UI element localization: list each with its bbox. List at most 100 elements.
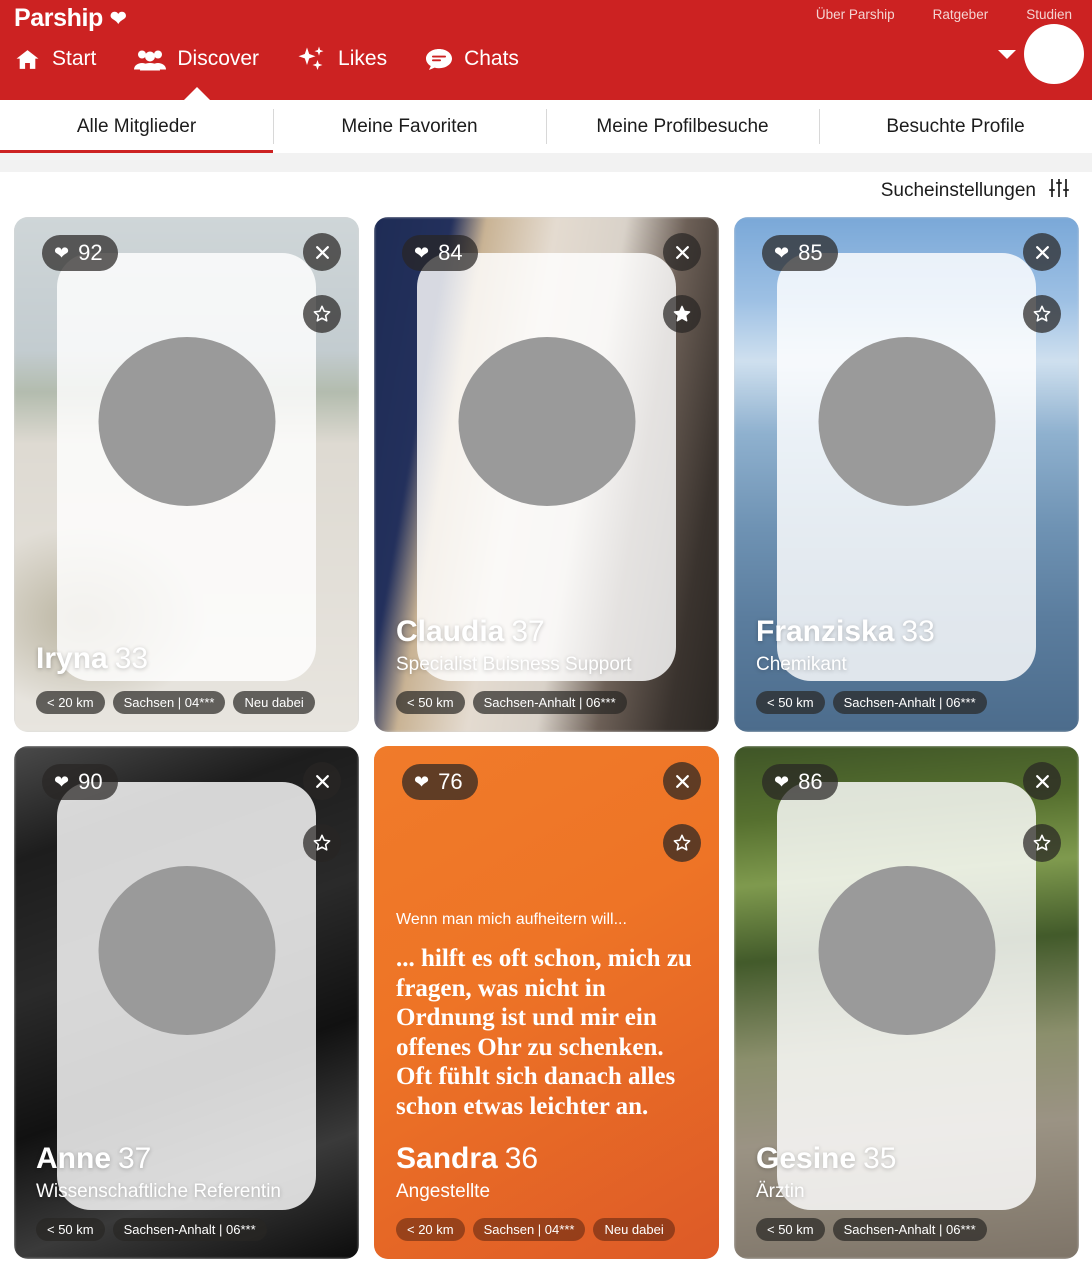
member-age: 33: [901, 615, 935, 648]
search-settings-row: Sucheinstellungen: [0, 172, 1092, 217]
dismiss-button[interactable]: [1023, 762, 1061, 800]
member-info: Gesine 35 Ärztin < 50 km Sachsen-Anhalt |…: [756, 1142, 1063, 1241]
dismiss-button[interactable]: [303, 233, 341, 271]
member-name-line: Claudia 37: [396, 615, 703, 649]
people-icon: [134, 47, 167, 72]
member-card[interactable]: ❤ 90 Anne 37 Wissenschaftliche Referentin…: [14, 746, 359, 1259]
nav-item-likes[interactable]: Likes: [297, 46, 387, 76]
avatar[interactable]: [1024, 24, 1084, 84]
member-name: Anne: [36, 1142, 111, 1175]
heart-icon: ❤: [54, 242, 70, 263]
member-job: Ärztin: [756, 1181, 805, 1202]
member-name: Sandra: [396, 1142, 498, 1175]
dismiss-button[interactable]: [663, 762, 701, 800]
quote-answer: ... hilft es oft schon, mich zu fragen, …: [396, 945, 692, 1120]
tag-region: Sachsen-Anhalt | 06***: [112, 1218, 267, 1241]
tag-distance: < 50 km: [36, 1218, 105, 1241]
favorite-button[interactable]: [663, 295, 701, 333]
heart-icon: ❤: [109, 7, 127, 30]
member-card[interactable]: ❤ 84 Claudia 37 Specialist Buisness Suppo…: [374, 217, 719, 732]
tab-besuchte-profile[interactable]: Besuchte Profile: [819, 100, 1092, 153]
top-link-ratgeber[interactable]: Ratgeber: [933, 7, 989, 22]
search-settings-label: Sucheinstellungen: [880, 180, 1036, 201]
star-filled-icon: [673, 305, 691, 322]
brand-logo[interactable]: Parship ❤: [14, 4, 127, 33]
close-icon: [1035, 774, 1049, 788]
tag-region: Sachsen | 04***: [112, 691, 226, 714]
tab-label: Alle Mitglieder: [76, 115, 197, 137]
member-card-grid: ❤ 92 Iryna 33 < 20 km Sachsen | 04*** Neu…: [0, 217, 1092, 1259]
heart-icon: ❤: [414, 242, 430, 263]
nav-label-discover: Discover: [177, 47, 260, 70]
face-mask: [98, 866, 275, 1035]
star-icon: [313, 305, 331, 322]
quote-question: Wenn man mich aufheitern will...: [396, 911, 627, 928]
top-link-uber-parship[interactable]: Über Parship: [816, 7, 895, 22]
top-link-studien[interactable]: Studien: [1026, 7, 1072, 22]
heart-icon: ❤: [774, 771, 790, 792]
face-mask: [458, 337, 635, 506]
face-mask: [818, 337, 995, 506]
account-menu[interactable]: [998, 24, 1084, 84]
match-score-badge: ❤ 86: [762, 764, 838, 800]
tab-meine-profilbesuche[interactable]: Meine Profilbesuche: [546, 100, 819, 153]
search-settings-button[interactable]: Sucheinstellungen: [881, 177, 1070, 205]
member-tags: < 50 km Sachsen-Anhalt | 06***: [756, 691, 1063, 714]
match-score-badge: ❤ 92: [42, 235, 118, 271]
anonymization-overlay: [57, 253, 316, 681]
member-info: Sandra 36 Angestellte < 20 km Sachsen | 0…: [396, 1142, 703, 1241]
tag-region: Sachsen | 04***: [472, 1218, 586, 1241]
close-icon: [1035, 245, 1049, 259]
top-utility-links: Über Parship Ratgeber Studien: [816, 7, 1072, 22]
member-age: 33: [114, 642, 149, 675]
star-icon: [1033, 305, 1051, 322]
profile-tabs: Alle Mitglieder Meine Favoriten Meine Pr…: [0, 100, 1092, 153]
member-tags: < 50 km Sachsen-Anhalt | 06***: [36, 1218, 343, 1241]
dismiss-button[interactable]: [303, 762, 341, 800]
member-name-line: Iryna 33: [36, 642, 343, 676]
nav-label-likes: Likes: [338, 47, 388, 70]
favorite-button[interactable]: [1023, 824, 1061, 862]
tab-alle-mitglieder[interactable]: Alle Mitglieder: [0, 100, 273, 153]
nav-item-start[interactable]: Start: [14, 47, 96, 76]
heart-icon: ❤: [54, 771, 70, 792]
tag-distance: < 50 km: [756, 691, 825, 714]
member-tags: < 50 km Sachsen-Anhalt | 06***: [396, 691, 703, 714]
favorite-button[interactable]: [303, 824, 341, 862]
dismiss-button[interactable]: [663, 233, 701, 271]
member-tags: < 20 km Sachsen | 04*** Neu dabei: [36, 691, 343, 714]
match-score-value: 84: [438, 240, 463, 265]
favorite-button[interactable]: [1023, 295, 1061, 333]
profile-quote: Wenn man mich aufheitern will... ... hil…: [396, 911, 697, 1121]
member-tags: < 20 km Sachsen | 04*** Neu dabei: [396, 1218, 703, 1241]
member-card[interactable]: ❤ 86 Gesine 35 Ärztin < 50 km Sachsen-Anh…: [734, 746, 1079, 1259]
tag-distance: < 20 km: [396, 1218, 465, 1241]
dismiss-button[interactable]: [1023, 233, 1061, 271]
close-icon: [675, 245, 689, 259]
member-name-line: Franziska 33: [756, 615, 1063, 649]
tab-meine-favoriten[interactable]: Meine Favoriten: [273, 100, 546, 153]
match-score-badge: ❤ 85: [762, 235, 838, 271]
match-score-value: 92: [78, 240, 103, 265]
favorite-button[interactable]: [663, 824, 701, 862]
member-card[interactable]: ❤ 85 Franziska 33 Chemikant < 50 km Sachs…: [734, 217, 1079, 732]
member-name: Claudia: [396, 615, 505, 648]
chevron-down-icon[interactable]: [998, 49, 1016, 59]
tag-region: Sachsen-Anhalt | 06***: [832, 1218, 987, 1241]
member-name: Gesine: [756, 1142, 857, 1175]
member-card[interactable]: ❤ 76 Wenn man mich aufheitern will... ..…: [374, 746, 719, 1259]
nav-label-chats: Chats: [464, 47, 519, 70]
tab-label: Meine Favoriten: [341, 115, 478, 137]
tab-label: Meine Profilbesuche: [596, 115, 769, 137]
tag-region: Sachsen-Anhalt | 06***: [472, 691, 627, 714]
nav-item-discover[interactable]: Discover: [134, 47, 260, 100]
sliders-icon: [1048, 177, 1070, 205]
favorite-button[interactable]: [303, 295, 341, 333]
member-info: Claudia 37 Specialist Buisness Support < …: [396, 615, 703, 714]
member-card[interactable]: ❤ 92 Iryna 33 < 20 km Sachsen | 04*** Neu…: [14, 217, 359, 732]
match-score-value: 86: [798, 769, 823, 794]
chat-bubble-icon: [425, 47, 453, 71]
tag-region: Sachsen-Anhalt | 06***: [832, 691, 987, 714]
nav-item-chats[interactable]: Chats: [425, 47, 519, 75]
active-nav-caret: [183, 86, 210, 100]
